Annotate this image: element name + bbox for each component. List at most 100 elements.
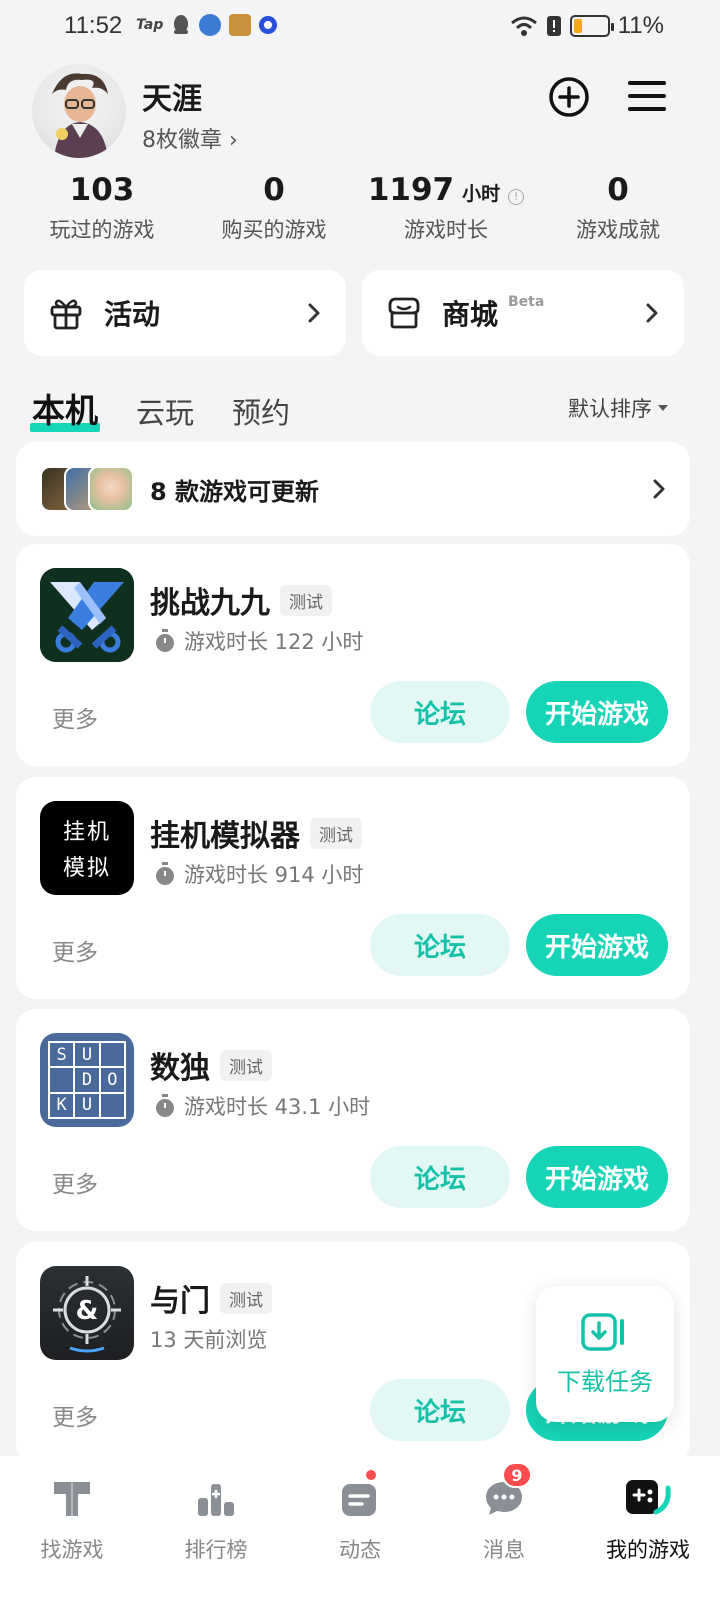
circle-notification-icon	[259, 16, 278, 34]
stat-purchased-games[interactable]: 0 购买的游戏	[188, 172, 360, 244]
avatar[interactable]	[32, 64, 126, 158]
nav-rankings[interactable]: 排行榜	[144, 1456, 288, 1600]
stopwatch-icon	[156, 629, 174, 652]
forum-button[interactable]: 论坛	[370, 914, 510, 976]
battery-icon	[569, 15, 614, 37]
tab-local[interactable]: 本机	[30, 384, 100, 432]
nav-label: 找游戏	[40, 1538, 104, 1562]
battery-saver-icon	[546, 16, 561, 36]
sudoku-cell	[100, 1093, 124, 1117]
more-button[interactable]: 更多	[52, 1398, 98, 1432]
nav-my-games[interactable]: 我的游戏	[576, 1456, 720, 1600]
menu-icon[interactable]	[627, 78, 667, 114]
game-meta: 游戏时长 914 小时	[154, 859, 363, 889]
game-card[interactable]: 挂机 模拟 挂机模拟器 测试 游戏时长 914 小时 更多 论坛 开始游戏	[16, 777, 690, 999]
tab-reserved[interactable]: 预约	[232, 390, 290, 432]
game-icon-swords[interactable]	[40, 568, 134, 662]
forum-button[interactable]: 论坛	[370, 1379, 510, 1441]
store-label: 商城	[442, 298, 499, 331]
dropdown-arrow-icon	[658, 405, 668, 411]
game-icon-sudoku[interactable]: S U D O K U	[40, 1033, 134, 1127]
stat-value: 103	[69, 172, 135, 208]
game-title[interactable]: 挂机模拟器 测试	[150, 811, 362, 855]
status-time: 11:52	[64, 12, 123, 39]
nav-feed[interactable]: 动态	[288, 1456, 432, 1600]
updates-bar[interactable]: 8 款游戏可更新	[16, 442, 690, 536]
bottom-nav: 找游戏 排行榜 动态 9 消息 我的游戏	[0, 1456, 720, 1600]
game-playtime: 游戏时长 122 小时	[184, 630, 364, 654]
chevron-right-icon	[308, 303, 320, 323]
stat-unit: 小时	[462, 183, 501, 205]
gift-icon	[50, 299, 82, 330]
start-game-button[interactable]: 开始游戏	[526, 1146, 668, 1208]
start-game-button[interactable]: 开始游戏	[526, 914, 668, 976]
crossed-swords-icon	[40, 568, 134, 662]
game-icon-idle-sim[interactable]: 挂机 模拟	[40, 801, 134, 895]
forum-button[interactable]: 论坛	[370, 1146, 510, 1208]
sudoku-cell: S	[50, 1043, 74, 1067]
test-tag: 测试	[220, 1049, 272, 1081]
store-icon	[388, 297, 420, 329]
sudoku-cell: K	[50, 1093, 74, 1117]
game-title[interactable]: 挑战九九 测试	[150, 578, 332, 622]
forum-button[interactable]: 论坛	[370, 681, 510, 743]
chevron-right-icon	[646, 303, 658, 323]
more-button[interactable]: 更多	[52, 1165, 98, 1199]
game-name: 挑战九九	[150, 586, 270, 621]
ampersand-target-icon: &	[53, 1276, 121, 1353]
tab-cloud[interactable]: 云玩	[136, 390, 194, 432]
icon-text: 挂机	[62, 820, 111, 845]
library-tabs: 本机 云玩 预约	[30, 384, 290, 432]
app-notification-icon	[199, 14, 222, 36]
qq-icon	[174, 15, 189, 34]
podium-icon	[198, 1484, 234, 1516]
sort-dropdown[interactable]: 默认排序	[568, 393, 668, 423]
username[interactable]: 天涯	[142, 74, 202, 118]
test-tag: 测试	[280, 584, 332, 616]
add-circle-icon[interactable]	[548, 76, 590, 118]
download-icon	[581, 1312, 624, 1351]
nav-find-games[interactable]: 找游戏	[0, 1456, 144, 1600]
svg-text:&: &	[76, 1296, 99, 1326]
start-game-button[interactable]: 开始游戏	[526, 681, 668, 743]
tap-logo-icon	[54, 1482, 90, 1516]
badges-link[interactable]: 8枚徽章 ›	[142, 122, 238, 154]
updates-text: 8 款游戏可更新	[150, 477, 320, 506]
notification-dot	[364, 1468, 378, 1482]
sudoku-cell	[50, 1068, 74, 1092]
download-task-label: 下载任务	[557, 1367, 653, 1396]
stat-label: 游戏时长	[404, 218, 488, 242]
store-card[interactable]: 商城 Beta	[362, 270, 684, 356]
stat-played-games[interactable]: 103 玩过的游戏	[16, 172, 188, 244]
icon-text: 模拟	[62, 856, 111, 881]
game-card[interactable]: S U D O K U 数独 测试 游戏时长 43.1 小时 更多 论坛 开始游…	[16, 1009, 690, 1231]
more-button[interactable]: 更多	[52, 933, 98, 967]
game-meta: 13 天前浏览	[150, 1324, 267, 1354]
sudoku-cell: U	[75, 1093, 99, 1117]
game-icon-and-gate[interactable]: &	[40, 1266, 134, 1360]
activity-card[interactable]: 活动	[24, 270, 346, 356]
sort-label: 默认排序	[568, 397, 652, 421]
game-notification-icon	[229, 14, 252, 36]
info-icon[interactable]: !	[508, 189, 525, 205]
sudoku-cell: U	[75, 1043, 99, 1067]
last-viewed: 13 天前浏览	[150, 1328, 268, 1352]
stat-label: 购买的游戏	[221, 218, 327, 242]
chevron-right-icon	[653, 479, 665, 499]
stat-achievements[interactable]: 0 游戏成就	[532, 172, 704, 244]
download-task-button[interactable]: 下载任务	[536, 1286, 674, 1422]
gamepad-icon	[626, 1480, 671, 1515]
sudoku-cell: D	[75, 1068, 99, 1092]
avatar-character-icon	[52, 73, 108, 158]
game-name: 挂机模拟器	[150, 819, 300, 854]
game-card[interactable]: 挑战九九 测试 游戏时长 122 小时 更多 论坛 开始游戏	[16, 544, 690, 766]
nav-label: 动态	[339, 1538, 381, 1562]
nav-messages[interactable]: 9 消息	[432, 1456, 576, 1600]
feed-icon	[342, 1484, 376, 1516]
more-button[interactable]: 更多	[52, 700, 98, 734]
game-name: 数独	[150, 1051, 210, 1086]
game-title[interactable]: 与门 测试	[150, 1276, 272, 1320]
wifi-icon	[510, 16, 537, 36]
stat-play-time[interactable]: 1197 小时 ! 游戏时长	[360, 172, 532, 244]
game-title[interactable]: 数独 测试	[150, 1043, 272, 1087]
